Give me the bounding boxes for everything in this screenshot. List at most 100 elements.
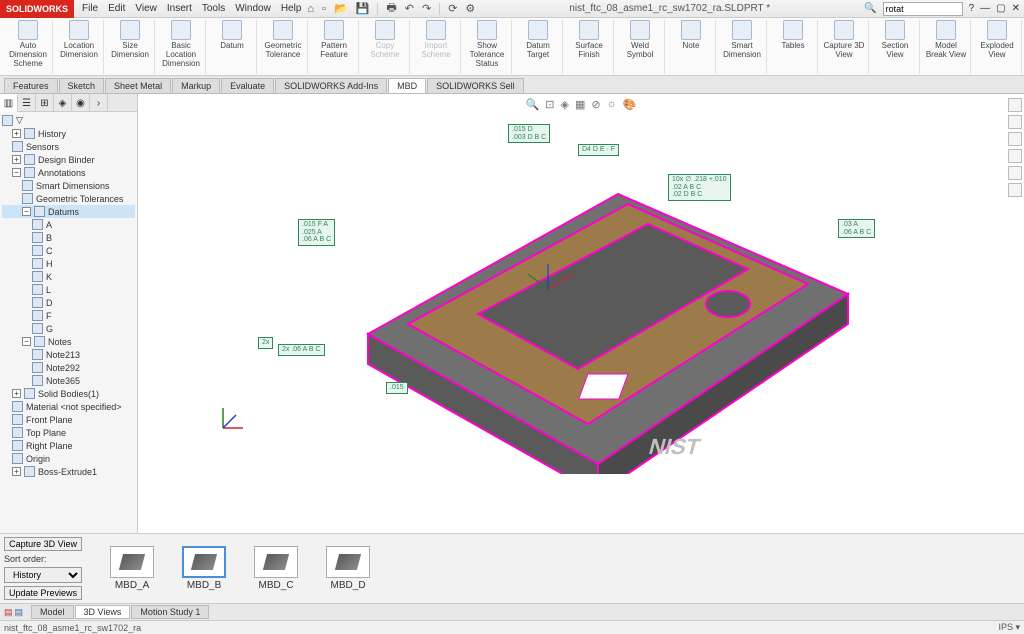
ribbon-datum[interactable]: Datum <box>211 20 253 50</box>
scene-icon[interactable]: ☼ <box>607 98 617 111</box>
tree-history[interactable]: +History <box>2 127 135 140</box>
update-previews-button[interactable]: Update Previews <box>4 586 82 600</box>
new-icon[interactable]: ▫ <box>322 3 326 15</box>
redo-icon[interactable]: ↷ <box>422 2 431 15</box>
tree-datum-item[interactable]: B <box>2 231 135 244</box>
tree-datum-item[interactable]: D <box>2 296 135 309</box>
tree-datum-item[interactable]: C <box>2 244 135 257</box>
home-icon[interactable]: ⌂ <box>307 3 314 15</box>
side-tab-dimxpert[interactable]: ◈ <box>54 94 72 112</box>
taskpane-forum-icon[interactable] <box>1008 183 1022 197</box>
view-thumb[interactable]: MBD_D <box>326 546 370 591</box>
tab-sheet-metal[interactable]: Sheet Metal <box>105 78 171 93</box>
gtol-callout[interactable]: .015 D .003 D B C <box>508 124 550 143</box>
edrawings-icon[interactable]: ▤ <box>15 607 24 618</box>
menu-edit[interactable]: Edit <box>108 3 125 14</box>
ribbon-weld-symbol[interactable]: Weld Symbol <box>619 20 661 59</box>
tree-smart-dim[interactable]: Smart Dimensions <box>2 179 135 192</box>
open-icon[interactable]: 📂 <box>334 2 348 15</box>
tree-datum-item[interactable]: F <box>2 309 135 322</box>
gtol-callout[interactable]: .015 <box>386 382 408 394</box>
gtol-callout[interactable]: 2x .06 A B C <box>278 344 325 356</box>
tree-right[interactable]: Right Plane <box>2 439 135 452</box>
ribbon-auto-dimension-scheme[interactable]: Auto Dimension Scheme <box>7 20 49 68</box>
side-tab-tree[interactable]: ▥ <box>0 94 18 112</box>
ribbon-geometric-tolerance[interactable]: Geometric Tolerance <box>262 20 304 59</box>
close-icon[interactable]: ✕ <box>1012 3 1020 14</box>
ribbon-exploded-view[interactable]: Exploded View <box>976 20 1018 59</box>
gtol-callout[interactable]: 2x <box>258 337 273 349</box>
tree-geo-tol[interactable]: Geometric Tolerances <box>2 192 135 205</box>
help-icon[interactable]: ? <box>969 3 975 14</box>
tree-origin[interactable]: Origin <box>2 452 135 465</box>
taskpane-resources-icon[interactable] <box>1008 98 1022 112</box>
btab-3d-views[interactable]: 3D Views <box>75 605 131 619</box>
side-tab-config[interactable]: ⊞ <box>36 94 54 112</box>
tree-sensors[interactable]: Sensors <box>2 140 135 153</box>
btab-model[interactable]: Model <box>31 605 74 619</box>
viewport[interactable]: 🔍 ⊡ ◈ ▦ ⊘ ☼ 🎨 NIST <box>138 94 1024 533</box>
save-icon[interactable]: 💾 <box>356 2 370 15</box>
search-icon[interactable]: 🔍 <box>864 3 876 14</box>
view-thumb[interactable]: MBD_A <box>110 546 154 591</box>
ribbon-datum-target[interactable]: Datum Target <box>517 20 559 59</box>
ribbon-size-dimension[interactable]: Size Dimension <box>109 20 151 59</box>
side-tab-more[interactable]: › <box>90 94 108 112</box>
ribbon-note[interactable]: Note <box>670 20 712 50</box>
taskpane-appearance-icon[interactable] <box>1008 149 1022 163</box>
side-tab-display[interactable]: ◉ <box>72 94 90 112</box>
side-tab-props[interactable]: ☰ <box>18 94 36 112</box>
undo-icon[interactable]: ↶ <box>405 2 414 15</box>
tab-sketch[interactable]: Sketch <box>59 78 105 93</box>
minimize-icon[interactable]: — <box>980 3 990 14</box>
options-icon[interactable]: ⚙ <box>465 2 475 15</box>
maximize-icon[interactable]: ▢ <box>996 3 1005 14</box>
sort-select[interactable]: History <box>4 567 82 583</box>
ribbon-capture-3d-view[interactable]: Capture 3D View <box>823 20 865 59</box>
ribbon-pattern-feature[interactable]: Pattern Feature <box>313 20 355 59</box>
gtol-callout[interactable]: 10x ∅ .218 +.010 .02 A B C .02 D B C <box>668 174 731 201</box>
tab-markup[interactable]: Markup <box>172 78 220 93</box>
menu-window[interactable]: Window <box>235 3 271 14</box>
tree-boss[interactable]: +Boss-Extrude1 <box>2 465 135 478</box>
tree-datum-item[interactable]: L <box>2 283 135 296</box>
pdf-icon[interactable]: ▤ <box>4 607 13 618</box>
tree-note-item[interactable]: Note213 <box>2 348 135 361</box>
tree-datum-item[interactable]: G <box>2 322 135 335</box>
view-triad[interactable] <box>218 403 248 433</box>
display-style-icon[interactable]: ▦ <box>575 98 585 111</box>
taskpane-design-icon[interactable] <box>1008 115 1022 129</box>
btab-motion-study-1[interactable]: Motion Study 1 <box>131 605 209 619</box>
view-orient-icon[interactable]: ◈ <box>561 98 569 111</box>
zoom-area-icon[interactable]: ⊡ <box>545 98 554 111</box>
tree-notes[interactable]: −Notes <box>2 335 135 348</box>
tree-top[interactable]: Top Plane <box>2 426 135 439</box>
tab-mbd[interactable]: MBD <box>388 78 426 93</box>
tree-note-item[interactable]: Note365 <box>2 374 135 387</box>
menu-file[interactable]: File <box>82 3 98 14</box>
appearance-icon[interactable]: 🎨 <box>623 98 637 111</box>
ribbon-section-view[interactable]: Section View <box>874 20 916 59</box>
search-input[interactable] <box>883 2 963 16</box>
menu-tools[interactable]: Tools <box>202 3 225 14</box>
rebuild-icon[interactable]: ⟳ <box>448 2 457 15</box>
taskpane-props-icon[interactable] <box>1008 132 1022 146</box>
ribbon-surface-finish[interactable]: Surface Finish <box>568 20 610 59</box>
ribbon-model-break-view[interactable]: Model Break View <box>925 20 967 59</box>
tab-features[interactable]: Features <box>4 78 58 93</box>
ribbon-smart-dimension[interactable]: Smart Dimension <box>721 20 763 59</box>
view-thumb[interactable]: MBD_C <box>254 546 298 591</box>
gtol-callout[interactable]: .03 A .06 A B C <box>838 219 875 238</box>
print-icon[interactable]: 🖶 <box>386 0 396 18</box>
tree-binder[interactable]: +Design Binder <box>2 153 135 166</box>
tree-note-item[interactable]: Note292 <box>2 361 135 374</box>
tree-material[interactable]: Material <not specified> <box>2 400 135 413</box>
gtol-callout[interactable]: .015 F A .025 A .06 A B C <box>298 219 335 246</box>
ribbon-show-tolerance-status[interactable]: Show Tolerance Status <box>466 20 508 68</box>
tree-datums[interactable]: −Datums <box>2 205 135 218</box>
view-thumb[interactable]: MBD_B <box>182 546 226 591</box>
ribbon-basic-location-dimension[interactable]: Basic Location Dimension <box>160 20 202 68</box>
tree-solid[interactable]: +Solid Bodies(1) <box>2 387 135 400</box>
section-icon[interactable]: ⊘ <box>591 98 600 111</box>
ribbon-location-dimension[interactable]: Location Dimension <box>58 20 100 59</box>
